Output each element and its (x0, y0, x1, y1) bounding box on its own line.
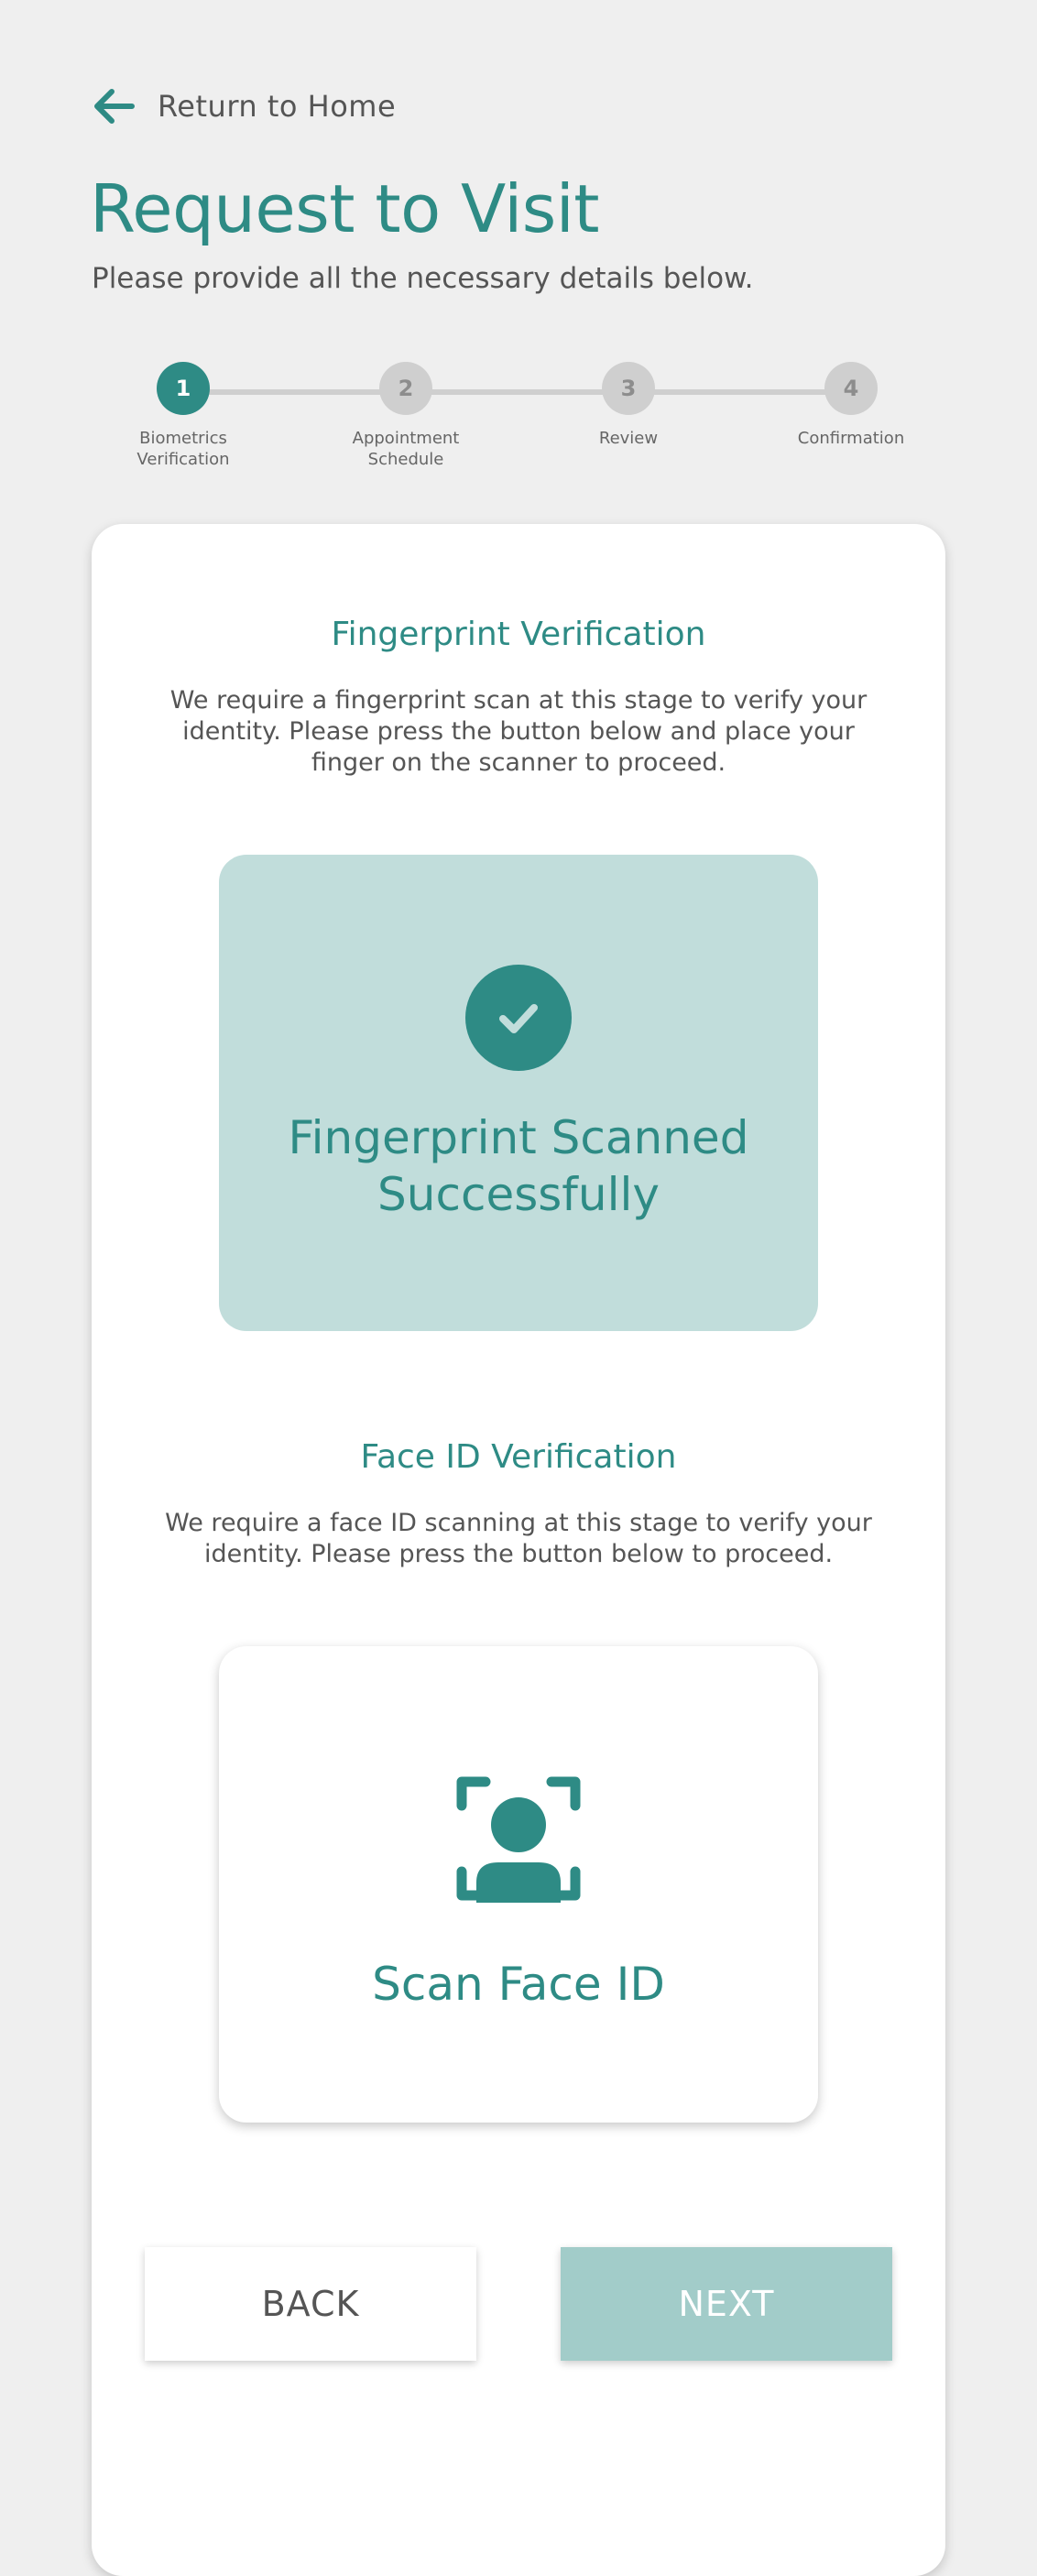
fingerprint-status-panel: Fingerprint Scanned Successfully (219, 855, 818, 1331)
next-button[interactable]: NEXT (561, 2247, 892, 2361)
step-number: 3 (602, 362, 655, 415)
return-home-link[interactable]: Return to Home (92, 86, 396, 126)
scan-face-id-label: Scan Face ID (372, 1958, 665, 2011)
step-appointment: 2 Appointment Schedule (314, 362, 497, 470)
scan-face-id-button[interactable]: Scan Face ID (219, 1646, 818, 2123)
step-label: Biometrics Verification (136, 429, 230, 469)
step-review: 3 Review (537, 362, 720, 449)
fingerprint-description: We require a fingerprint scan at this st… (169, 686, 868, 777)
back-button[interactable]: BACK (145, 2247, 476, 2361)
fingerprint-title: Fingerprint Verification (331, 616, 706, 653)
step-number: 2 (379, 362, 432, 415)
step-biometrics: 1 Biometrics Verification (92, 362, 275, 470)
step-label: Appointment Schedule (352, 429, 460, 469)
step-number: 4 (824, 362, 878, 415)
step-label: Review (598, 429, 659, 448)
face-id-description: We require a face ID scanning at this st… (165, 1509, 872, 1568)
face-id-title: Face ID Verification (360, 1438, 677, 1476)
check-circle-icon (465, 965, 572, 1071)
progress-stepper: 1 Biometrics Verification 2 Appointment … (0, 362, 1037, 490)
page-subtitle: Please provide all the necessary details… (92, 262, 754, 295)
face-scan-icon (454, 1774, 583, 1903)
page-title: Request to Visit (90, 170, 599, 247)
step-confirmation: 4 Confirmation (759, 362, 943, 449)
return-home-label: Return to Home (158, 89, 397, 124)
step-label: Confirmation (797, 429, 905, 448)
verification-card: Fingerprint Verification We require a fi… (92, 524, 945, 2576)
step-number: 1 (157, 362, 210, 415)
arrow-left-icon (92, 86, 136, 126)
fingerprint-status-text: Fingerprint Scanned Successfully (288, 1111, 749, 1221)
